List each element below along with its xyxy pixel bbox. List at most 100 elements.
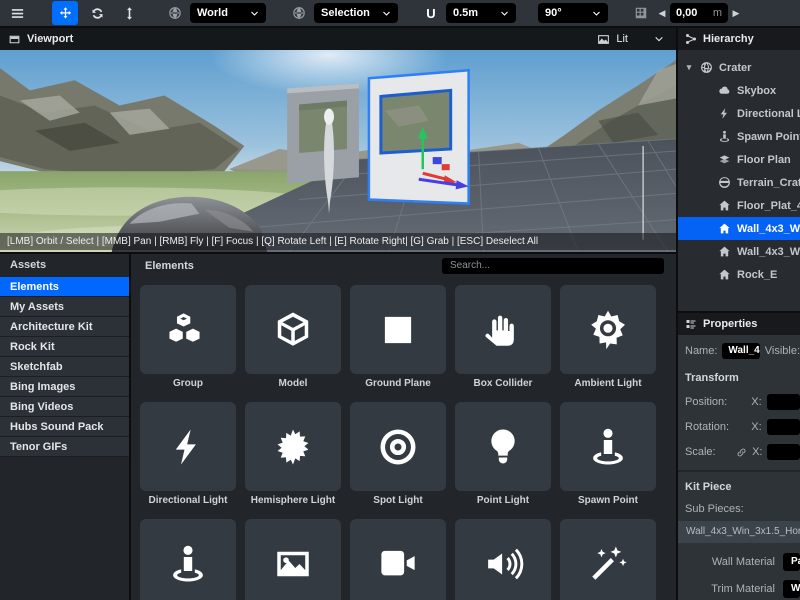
name-input[interactable]: Wall_4x3_Win_3x1.5_H xyxy=(722,343,759,359)
asset-tile-thumbnail[interactable] xyxy=(455,519,551,600)
properties-title: Properties xyxy=(703,318,757,330)
hierarchy-item-rock-e[interactable]: Rock_E xyxy=(678,263,800,286)
group-icon xyxy=(167,309,209,351)
asset-tile-box-collider[interactable]: Box Collider xyxy=(455,285,551,390)
wall-material-select[interactable]: PaintSatin xyxy=(783,553,800,571)
asset-tile-thumbnail[interactable] xyxy=(245,402,341,491)
grid-height-increase-button[interactable]: ▶ xyxy=(730,8,742,19)
rotation-x-input[interactable] xyxy=(767,419,800,435)
link-scale-icon[interactable] xyxy=(736,447,747,458)
hierarchy-item-spawn-point[interactable]: Spawn Point xyxy=(678,125,800,148)
grid-height-decrease-button[interactable]: ◀ xyxy=(656,8,668,19)
assets-tab-my-assets[interactable]: My Assets xyxy=(0,297,129,317)
asset-tile-thumbnail[interactable] xyxy=(350,519,446,600)
assets-tab-sketchfab[interactable]: Sketchfab xyxy=(0,357,129,377)
asset-tile[interactable] xyxy=(455,519,551,600)
transform-pivot-value: Selection xyxy=(321,7,376,19)
scene-wall-unselected[interactable] xyxy=(287,83,359,183)
hierarchy-title: Hierarchy xyxy=(703,33,754,45)
scale-tool-button[interactable] xyxy=(116,1,142,25)
asset-tile-label: Hemisphere Light xyxy=(245,495,341,507)
asset-tile-thumbnail[interactable] xyxy=(560,519,656,600)
transform-space-select[interactable]: World xyxy=(190,3,266,23)
assets-tab-rock-kit[interactable]: Rock Kit xyxy=(0,337,129,357)
asset-tile-thumbnail[interactable] xyxy=(560,285,656,374)
grid-height-input[interactable]: 0,00 m xyxy=(670,3,728,23)
asset-tile[interactable] xyxy=(350,519,446,600)
hierarchy-item-label: Floor Plan xyxy=(737,154,791,166)
hierarchy-item-label: Spawn Point xyxy=(737,131,800,143)
trim-material-label: Trim Material xyxy=(685,583,783,595)
asset-tile-thumbnail[interactable] xyxy=(455,285,551,374)
menu-button[interactable] xyxy=(4,1,30,25)
asset-tile-group[interactable]: Group xyxy=(140,285,236,390)
asset-tile-thumbnail[interactable] xyxy=(245,285,341,374)
asset-tile-thumbnail[interactable] xyxy=(140,519,236,600)
right-column: Hierarchy ▾Crater Skybox Directional Light… xyxy=(678,28,800,600)
render-mode-select[interactable]: Lit xyxy=(616,33,668,45)
assets-tab-architecture-kit[interactable]: Architecture Kit xyxy=(0,317,129,337)
hierarchy-item-floor-plat-4x4-base[interactable]: Floor_Plat_4x4_Base xyxy=(678,194,800,217)
terrain-icon xyxy=(718,176,731,189)
snap-translate-select[interactable]: 0.5m xyxy=(446,3,516,23)
assets-title: Assets xyxy=(0,254,129,277)
asset-tile-thumbnail[interactable] xyxy=(350,402,446,491)
hand-icon xyxy=(482,309,524,351)
hierarchy-item-label: Skybox xyxy=(737,85,776,97)
asset-tile-directional-light[interactable]: Directional Light xyxy=(140,402,236,507)
position-x-label: X: xyxy=(751,396,761,408)
asset-tile-thumbnail[interactable] xyxy=(245,519,341,600)
trim-material-select[interactable]: WoodBeam xyxy=(783,580,800,598)
asset-tile-thumbnail[interactable] xyxy=(140,285,236,374)
hierarchy-item-terrain-crater1-glb[interactable]: Terrain_Crater1.glb xyxy=(678,171,800,194)
asset-tile-thumbnail[interactable] xyxy=(455,402,551,491)
viewport-title: Viewport xyxy=(27,33,73,45)
sub-piece-item[interactable]: Wall_4x3_Win_3x1.5_Horz_Ba xyxy=(678,521,800,543)
asset-tile-point-light[interactable]: Point Light xyxy=(455,402,551,507)
asset-tile-ground-plane[interactable]: Ground Plane xyxy=(350,285,446,390)
hierarchy-item-floor-plan[interactable]: Floor Plan xyxy=(678,148,800,171)
asset-tile[interactable] xyxy=(140,519,236,600)
translate-tool-button[interactable] xyxy=(52,1,78,25)
spoke-editor: World Selection U 0.5m 90° ◀ 0,00 m xyxy=(0,0,800,600)
position-x-input[interactable] xyxy=(767,394,800,410)
bulb-icon xyxy=(482,426,524,468)
hierarchy-header: Hierarchy xyxy=(678,28,800,50)
hierarchy-item-wall-4x3-win-3x1-5-h[interactable]: Wall_4x3_Win_3x1.5_H xyxy=(678,217,800,240)
asset-tile-label: Group xyxy=(140,378,236,390)
snap-rotate-select[interactable]: 90° xyxy=(538,3,608,23)
assets-tab-bing-videos[interactable]: Bing Videos xyxy=(0,397,129,417)
asset-tile-ambient-light[interactable]: Ambient Light xyxy=(560,285,656,390)
rotate-tool-button[interactable] xyxy=(84,1,110,25)
kit-piece-icon xyxy=(718,222,731,235)
assets-tab-hubs-sound-pack[interactable]: Hubs Sound Pack xyxy=(0,417,129,437)
hierarchy-item-crater[interactable]: ▾Crater xyxy=(678,56,800,79)
assets-tab-bing-images[interactable]: Bing Images xyxy=(0,377,129,397)
asset-tile-thumbnail[interactable] xyxy=(560,402,656,491)
asset-tile[interactable] xyxy=(245,519,341,600)
snap-translate-value: 0.5m xyxy=(453,7,494,19)
hierarchy-icon xyxy=(685,33,697,45)
assets-panel: Assets ElementsMy AssetsArchitecture Kit… xyxy=(0,252,676,600)
asset-tile-thumbnail[interactable] xyxy=(350,285,446,374)
scale-x-input[interactable] xyxy=(767,444,800,460)
hierarchy-item-directional-light[interactable]: Directional Light xyxy=(678,102,800,125)
left-column: Viewport Lit xyxy=(0,28,678,600)
viewport-canvas[interactable]: [LMB] Orbit / Select | [MMB] Pan | [RMB]… xyxy=(0,50,676,252)
hierarchy-item-skybox[interactable]: Skybox xyxy=(678,79,800,102)
search-input[interactable] xyxy=(442,258,664,274)
asset-tile[interactable] xyxy=(560,519,656,600)
audio-icon xyxy=(482,543,524,585)
asset-tile-spot-light[interactable]: Spot Light xyxy=(350,402,446,507)
collapse-caret-icon[interactable]: ▾ xyxy=(684,62,694,73)
assets-tab-tenor-gifs[interactable]: Tenor GIFs xyxy=(0,437,129,457)
asset-tile-thumbnail[interactable] xyxy=(140,402,236,491)
transform-pivot-select[interactable]: Selection xyxy=(314,3,398,23)
cloud-icon xyxy=(718,84,731,97)
asset-tile-hemisphere-light[interactable]: Hemisphere Light xyxy=(245,402,341,507)
assets-tab-elements[interactable]: Elements xyxy=(0,277,129,297)
kit-piece-icon xyxy=(718,199,731,212)
hierarchy-item-wall-4x3-win-3x1-5-h[interactable]: Wall_4x3_Win_3x1.5_H xyxy=(678,240,800,263)
asset-tile-spawn-point[interactable]: Spawn Point xyxy=(560,402,656,507)
asset-tile-model[interactable]: Model xyxy=(245,285,341,390)
